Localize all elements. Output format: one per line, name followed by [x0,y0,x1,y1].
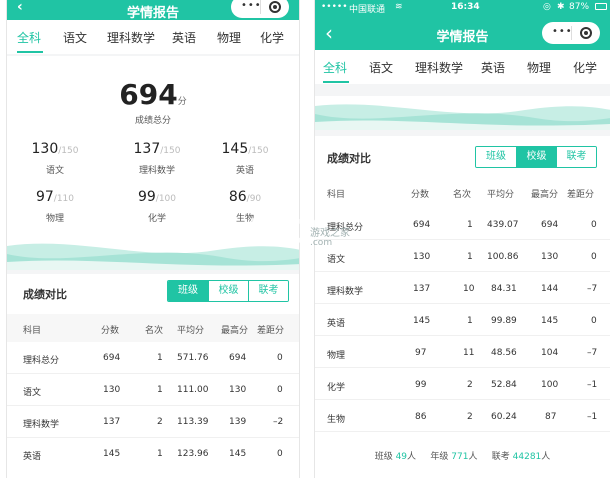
watermark-cn-text: 游戏之家 [310,228,350,239]
subject-score: 130/150 语文 [31,141,79,176]
total-score-label: 成绩总分 [134,116,171,126]
more-icon[interactable]: ••• [241,0,262,11]
scope-joint-option[interactable]: 联考 [556,147,596,167]
table-row: 理科总分 694 1 571.76 694 0 [7,342,299,374]
table-row: 化学 99 2 52.84 100 –1 [315,368,610,400]
mini-program-capsule[interactable]: ••• [542,22,600,44]
total-score: 694分 [119,78,187,111]
table-row: 英语 145 1 99.89 145 0 [315,304,610,336]
watermark-url-text: .com [310,238,333,248]
subject-score: 99/100 化学 [137,189,177,224]
close-target-icon[interactable] [580,27,592,39]
wifi-icon: ≋ [395,2,403,12]
score-compare-card: 成绩对比 班级 校级 联考 科目 分数 名次 平均分 最高分 差距分 理科总分 … [315,136,610,478]
tab-active-underline [323,81,349,83]
battery-icon [595,3,607,10]
nav-bar: ‹ 学情报告 ••• [315,16,610,50]
mini-program-capsule[interactable]: ••• [231,0,289,18]
compare-title: 成绩对比 [327,152,371,165]
tab-all[interactable]: 全科 [17,29,41,46]
compare-scope-toggle: 班级 校级 联考 [475,146,597,168]
compare-title: 成绩对比 [23,288,67,301]
tab-physics[interactable]: 物理 [527,59,551,76]
tab-all[interactable]: 全科 [323,59,347,76]
carrier-name: 中国联通 [349,5,386,15]
status-bar: ••••• 中国联通 ≋ 16:34 ◎ ✱ 87% [315,0,610,16]
score-compare-card: 成绩对比 班级 校级 联考 科目 分数 名次 平均分 最高分 差距分 理科总分 … [7,274,299,478]
bluetooth-icon: ✱ [557,2,565,12]
clock-time: 16:34 [451,2,480,12]
battery-percent: 87% [569,2,590,12]
tab-math[interactable]: 理科数学 [415,59,463,76]
tab-english[interactable]: 英语 [481,59,505,76]
scope-school-option[interactable]: 校级 [516,147,556,167]
table-header: 科目 分数 名次 平均分 最高分 差距分 [315,178,610,208]
tab-chinese[interactable]: 语文 [63,29,87,46]
alarm-icon: ◎ [543,2,551,12]
scope-joint-option[interactable]: 联考 [248,281,288,301]
table-row: 生物 86 2 60.24 87 –1 [315,400,610,432]
nav-bar: 学情报告 ‹ 学情报告 ••• [7,0,299,21]
scope-class-option[interactable]: 班级 [476,147,516,167]
table-row: 英语 145 1 123.96 145 0 [23,449,283,462]
table-row: 物理 97 11 48.56 104 –7 [315,336,610,368]
k73-watermark-logo: K73 游戏之家 .com [248,212,378,268]
tab-active-underline [17,51,43,53]
subject-score: 137/150 理科数学 [133,141,181,176]
close-target-icon[interactable] [269,1,281,13]
subject-tabs: 全科 语文 理科数学 英语 物理 化学 [315,50,610,84]
scope-class-option[interactable]: 班级 [168,281,208,301]
subject-score: 97/110 物理 [35,189,75,224]
compare-scope-toggle: 班级 校级 联考 [167,280,289,302]
subject-score: 145/150 英语 [221,141,269,176]
signal-icon: ••••• [321,2,348,12]
table-row: 理科数学 137 2 113.39 139 –2 [7,406,299,438]
tab-chemistry[interactable]: 化学 [260,29,284,46]
tab-english[interactable]: 英语 [172,29,196,46]
table-header: 科目 分数 名次 平均分 最高分 差距分 [7,314,299,342]
table-row: 语文 130 1 111.00 130 0 [7,374,299,406]
participant-counts: 班级 49人 年级 771人 联考 44281人 [374,452,551,462]
table-row: 理科数学 137 10 84.31 144 –7 [315,272,610,304]
tab-chinese[interactable]: 语文 [369,59,393,76]
subject-tabs: 全科 语文 理科数学 英语 物理 化学 [7,20,299,54]
tab-physics[interactable]: 物理 [217,29,241,46]
more-icon[interactable]: ••• [552,26,573,37]
scope-school-option[interactable]: 校级 [208,281,248,301]
decorative-wave [315,96,610,130]
tab-chemistry[interactable]: 化学 [573,59,597,76]
watermark-logo-text: K73 [248,212,320,252]
tab-math[interactable]: 理科数学 [107,29,155,46]
